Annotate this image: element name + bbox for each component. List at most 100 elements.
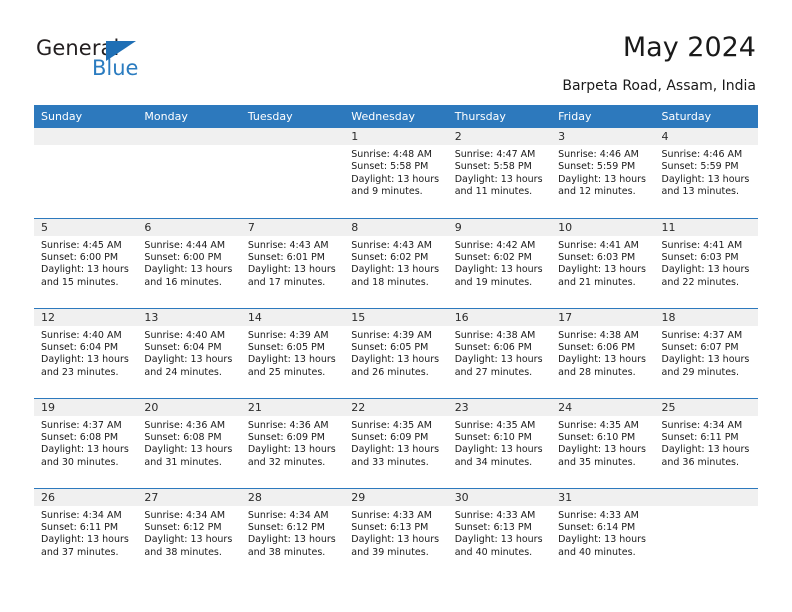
day-number: 22 — [344, 398, 448, 416]
day-sun-info: Sunrise: 4:45 AM Sunset: 6:00 PM Daylight:… — [34, 236, 137, 290]
general-blue-logo[interactable]: General Blue — [36, 36, 156, 82]
sunset-text: Sunset: 6:04 PM — [41, 341, 119, 353]
weekday-wednesday: Wednesday — [344, 105, 448, 128]
day-cell[interactable]: 17 Sunrise: 4:38 AM Sunset: 6:06 PM Dayligh… — [551, 307, 655, 398]
sunrise-text: Sunrise: 4:40 AM — [41, 329, 122, 341]
sunrise-text: Sunrise: 4:46 AM — [558, 149, 639, 160]
sunrise-text: Sunrise: 4:38 AM — [454, 329, 536, 341]
sunrise-text: Sunrise: 4:35 AM — [351, 419, 432, 431]
daylight-text-line2: and 32 minutes. — [247, 456, 326, 468]
sunset-text: Sunset: 6:08 PM — [144, 431, 222, 443]
sunset-text: Sunset: 6:10 PM — [454, 431, 532, 443]
day-cell[interactable]: 31 Sunrise: 4:33 AM Sunset: 6:14 PM Dayligh… — [551, 487, 655, 578]
day-cell[interactable]: 8 Sunrise: 4:43 AM Sunset: 6:02 PM Daylight… — [344, 217, 448, 308]
day-sun-info: Sunrise: 4:33 AM Sunset: 6:13 PM Daylight:… — [344, 506, 447, 560]
sunrise-text: Sunrise: 4:39 AM — [247, 329, 329, 341]
day-number — [654, 488, 758, 506]
day-cell[interactable]: 28 Sunrise: 4:34 AM Sunset: 6:12 PM Dayligh… — [240, 487, 345, 578]
day-cell[interactable]: 6 Sunrise: 4:44 AM Sunset: 6:00 PM Daylight… — [137, 217, 241, 308]
day-cell[interactable]: 1 Sunrise: 4:48 AM Sunset: 5:58 PM Daylight… — [344, 128, 448, 218]
calendar-page: General Blue May 2024 Barpeta Road, Assa… — [0, 0, 792, 612]
day-cell[interactable]: 20 Sunrise: 4:36 AM Sunset: 6:08 PM Dayligh… — [137, 397, 241, 488]
sunset-text: Sunset: 6:06 PM — [454, 341, 532, 353]
day-cell[interactable]: 14 Sunrise: 4:39 AM Sunset: 6:05 PM Dayligh… — [240, 307, 345, 398]
day-cell[interactable]: 18 Sunrise: 4:37 AM Sunset: 6:07 PM Dayligh… — [654, 307, 758, 398]
daylight-text-line1: Daylight: 13 hours — [558, 173, 646, 185]
day-cell[interactable]: 27 Sunrise: 4:34 AM Sunset: 6:12 PM Dayligh… — [137, 487, 241, 578]
sunset-text: Sunset: 6:03 PM — [661, 251, 739, 263]
day-number: 3 — [551, 128, 655, 145]
sunrise-text: Sunrise: 4:35 AM — [558, 419, 639, 431]
day-sun-info: Sunrise: 4:44 AM Sunset: 6:00 PM Daylight:… — [137, 236, 240, 290]
sunset-text: Sunset: 6:07 PM — [661, 341, 739, 353]
daylight-text-line2: and 36 minutes. — [661, 456, 740, 468]
sunrise-text: Sunrise: 4:43 AM — [247, 239, 329, 251]
day-cell-empty — [654, 487, 758, 578]
day-cell[interactable]: 7 Sunrise: 4:43 AM Sunset: 6:01 PM Daylight… — [240, 217, 345, 308]
sunset-text: Sunset: 6:00 PM — [41, 251, 119, 263]
sunset-text: Sunset: 6:09 PM — [247, 431, 325, 443]
daylight-text-line2: and 40 minutes. — [454, 546, 533, 558]
sunset-text: Sunset: 6:04 PM — [144, 341, 222, 353]
day-cell[interactable]: 12 Sunrise: 4:40 AM Sunset: 6:04 PM Dayligh… — [34, 307, 138, 398]
week-row: 19 Sunrise: 4:37 AM Sunset: 6:08 PM Dayligh… — [34, 397, 758, 488]
day-cell[interactable]: 19 Sunrise: 4:37 AM Sunset: 6:08 PM Dayligh… — [34, 397, 138, 488]
day-cell[interactable]: 26 Sunrise: 4:34 AM Sunset: 6:11 PM Dayligh… — [34, 487, 138, 578]
day-sun-info: Sunrise: 4:33 AM Sunset: 6:14 PM Daylight:… — [551, 506, 654, 560]
day-sun-info: Sunrise: 4:37 AM Sunset: 6:07 PM Daylight:… — [655, 326, 758, 380]
daylight-text-line2: and 12 minutes. — [558, 186, 636, 198]
calendar-weekday-header: Sunday Monday Tuesday Wednesday Thursday… — [34, 105, 758, 128]
day-number: 21 — [240, 398, 345, 416]
sunrise-text: Sunrise: 4:42 AM — [454, 239, 536, 251]
day-cell[interactable]: 3 Sunrise: 4:46 AM Sunset: 5:59 PM Daylight… — [551, 128, 655, 218]
daylight-text-line2: and 38 minutes. — [247, 546, 326, 558]
daylight-text-line2: and 18 minutes. — [351, 276, 429, 288]
day-sun-info: Sunrise: 4:39 AM Sunset: 6:05 PM Daylight:… — [241, 326, 344, 380]
day-cell[interactable]: 5 Sunrise: 4:45 AM Sunset: 6:00 PM Daylight… — [34, 217, 138, 308]
day-number: 8 — [344, 218, 448, 236]
daylight-text-line1: Daylight: 13 hours — [41, 444, 129, 456]
day-sun-info: Sunrise: 4:48 AM Sunset: 5:58 PM Daylight:… — [344, 145, 447, 199]
daylight-text-line2: and 23 minutes. — [41, 366, 119, 378]
day-sun-info: Sunrise: 4:39 AM Sunset: 6:05 PM Daylight:… — [344, 326, 447, 380]
sunset-text: Sunset: 6:13 PM — [454, 521, 532, 533]
day-cell[interactable]: 23 Sunrise: 4:35 AM Sunset: 6:10 PM Dayligh… — [447, 397, 552, 488]
daylight-text-line2: and 16 minutes. — [144, 276, 222, 288]
daylight-text-line1: Daylight: 13 hours — [661, 173, 750, 185]
daylight-text-line2: and 31 minutes. — [144, 456, 222, 468]
daylight-text-line2: and 19 minutes. — [454, 276, 533, 288]
day-cell[interactable]: 16 Sunrise: 4:38 AM Sunset: 6:06 PM Dayligh… — [447, 307, 552, 398]
daylight-text-line1: Daylight: 13 hours — [247, 354, 336, 366]
daylight-text-line2: and 13 minutes. — [661, 186, 740, 198]
week-row: 5 Sunrise: 4:45 AM Sunset: 6:00 PM Daylight… — [34, 217, 758, 308]
day-cell[interactable]: 2 Sunrise: 4:47 AM Sunset: 5:58 PM Daylight… — [447, 128, 552, 218]
day-cell[interactable]: 30 Sunrise: 4:33 AM Sunset: 6:13 PM Dayligh… — [447, 487, 552, 578]
day-sun-info: Sunrise: 4:46 AM Sunset: 5:59 PM Daylight:… — [655, 145, 758, 199]
day-cell[interactable]: 22 Sunrise: 4:35 AM Sunset: 6:09 PM Dayligh… — [344, 397, 448, 488]
day-cell[interactable]: 9 Sunrise: 4:42 AM Sunset: 6:02 PM Daylight… — [447, 217, 552, 308]
day-cell[interactable]: 21 Sunrise: 4:36 AM Sunset: 6:09 PM Dayligh… — [240, 397, 345, 488]
day-cell[interactable]: 10 Sunrise: 4:41 AM Sunset: 6:03 PM Dayligh… — [551, 217, 655, 308]
daylight-text-line1: Daylight: 13 hours — [41, 534, 129, 546]
sunrise-text: Sunrise: 4:34 AM — [41, 509, 122, 521]
daylight-text-line2: and 33 minutes. — [351, 456, 429, 468]
day-cell[interactable]: 25 Sunrise: 4:34 AM Sunset: 6:11 PM Dayligh… — [654, 397, 758, 488]
day-cell[interactable]: 29 Sunrise: 4:33 AM Sunset: 6:13 PM Dayligh… — [344, 487, 448, 578]
day-sun-info: Sunrise: 4:47 AM Sunset: 5:58 PM Daylight:… — [448, 145, 551, 199]
day-number: 4 — [654, 128, 758, 145]
day-cell-empty — [34, 128, 138, 218]
sunrise-text: Sunrise: 4:41 AM — [558, 239, 639, 251]
day-cell[interactable]: 4 Sunrise: 4:46 AM Sunset: 5:59 PM Daylight… — [654, 128, 758, 218]
day-sun-info: Sunrise: 4:41 AM Sunset: 6:03 PM Daylight:… — [551, 236, 654, 290]
day-number: 13 — [137, 308, 241, 326]
daylight-text-line2: and 17 minutes. — [247, 276, 326, 288]
day-cell[interactable]: 11 Sunrise: 4:41 AM Sunset: 6:03 PM Dayligh… — [654, 217, 758, 308]
daylight-text-line1: Daylight: 13 hours — [144, 534, 233, 546]
sunset-text: Sunset: 6:11 PM — [41, 521, 119, 533]
day-cell[interactable]: 15 Sunrise: 4:39 AM Sunset: 6:05 PM Dayligh… — [344, 307, 448, 398]
week-row: 1 Sunrise: 4:48 AM Sunset: 5:58 PM Daylight… — [34, 128, 758, 218]
daylight-text-line1: Daylight: 13 hours — [247, 444, 336, 456]
day-cell[interactable]: 24 Sunrise: 4:35 AM Sunset: 6:10 PM Dayligh… — [551, 397, 655, 488]
sunrise-text: Sunrise: 4:46 AM — [661, 149, 743, 160]
day-cell[interactable]: 13 Sunrise: 4:40 AM Sunset: 6:04 PM Dayligh… — [137, 307, 241, 398]
